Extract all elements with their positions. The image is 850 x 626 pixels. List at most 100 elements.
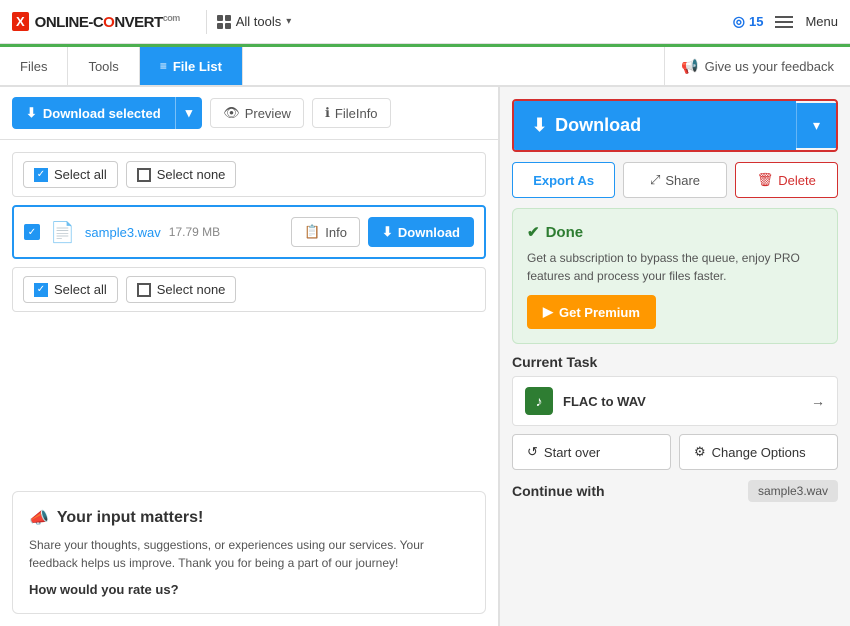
tab-file-list-label: File List [173,59,222,74]
file-size: 17.79 MB [169,225,291,239]
select-none-checkbox [137,168,151,182]
select-all-checkbox: ✓ [34,168,48,182]
bottom-select-all-label: Select all [54,282,107,297]
delete-label: Delete [778,173,816,188]
change-options-label: Change Options [712,445,806,460]
trash-icon: 🗑 [757,172,774,188]
done-box: ✔ Done Get a subscription to bypass the … [512,208,838,344]
tabs-row: Files Tools ≡ File List 📢 Give us your f… [0,47,850,87]
logo-com: com [163,13,180,23]
logo[interactable]: X ONLINE-CONVERTcom [12,12,180,31]
tab-tools[interactable]: Tools [68,47,139,85]
export-as-label: Export As [533,173,594,188]
download-selected-button[interactable]: ⬇ Download selected ▾ [12,97,202,129]
bottom-select-none-checkbox [137,283,151,297]
share-button[interactable]: ⤢ Share [623,162,726,198]
fileinfo-button[interactable]: ℹ FileInfo [312,98,391,128]
megaphone-icon: 📣 [29,508,49,528]
chevron-down-icon: ▾ [286,16,291,27]
menu-label[interactable]: Menu [805,14,838,29]
done-title: ✔ Done [527,223,823,241]
coin-icon: ◎ [733,13,745,30]
file-name: sample3.wav [85,225,161,240]
fileinfo-label: FileInfo [335,106,378,121]
list-icon: ≡ [160,59,167,73]
all-tools-button[interactable]: All tools ▾ [217,14,292,29]
share-label: Share [665,173,700,188]
download-icon: ⬇ [26,105,37,121]
download-label: Download [398,225,460,240]
top-select-none-button[interactable]: Select none [126,161,237,188]
tab-files-label: Files [20,59,47,74]
current-task-title: Current Task [512,354,838,370]
chevron-down-icon: ▾ [186,105,193,121]
info-button[interactable]: 📋 Info [291,217,360,247]
start-over-label: Start over [544,445,600,460]
left-panel: ⬇ Download selected ▾ 👁 Preview ℹ FileIn… [0,87,500,626]
done-description: Get a subscription to bypass the queue, … [527,249,823,285]
coins-count: 15 [749,14,763,29]
select-all-label: Select all [54,167,107,182]
done-title-text: Done [546,224,584,241]
main-download-label: Download [555,115,641,136]
tab-files[interactable]: Files [0,47,68,85]
tab-file-list[interactable]: ≡ File List [140,47,243,85]
preview-label: Preview [245,106,291,121]
download-selected-label: Download selected [43,106,161,121]
task-actions: Start over Change Options [512,434,838,470]
feedback-label: Give us your feedback [705,59,834,74]
feedback-question: How would you rate us? [29,582,469,597]
toolbar: ⬇ Download selected ▾ 👁 Preview ℹ FileIn… [0,87,498,140]
hamburger-menu[interactable] [775,16,793,28]
right-panel: ⬇ Download ▾ Export As ⤢ Share 🗑 Delete [500,87,850,626]
current-task-section: Current Task ♪ FLAC to WAV → Start over … [512,354,838,470]
info-circle-icon: ℹ [325,105,330,121]
download-selected-chevron[interactable]: ▾ [175,97,203,129]
main-download-button[interactable]: ⬇ Download [514,101,796,150]
refresh-icon [527,444,538,460]
start-over-button[interactable]: Start over [512,434,671,470]
all-tools-label: All tools [236,14,282,29]
share-icon: ⤢ [650,172,660,188]
select-none-label: Select none [157,167,226,182]
info-icon: 📋 [304,224,320,240]
file-item: ✓ 📄 sample3.wav 17.79 MB 📋 Info ⬇ Downlo… [12,205,486,259]
top-select-all-button[interactable]: ✓ Select all [23,161,118,188]
task-item: ♪ FLAC to WAV → [512,376,838,426]
bottom-select-all-button[interactable]: ✓ Select all [23,276,118,303]
file-checkbox[interactable]: ✓ [24,224,40,240]
download-selected-main[interactable]: ⬇ Download selected [12,97,175,129]
feedback-description: Share your thoughts, suggestions, or exp… [29,536,469,572]
action-row: Export As ⤢ Share 🗑 Delete [512,162,838,198]
tab-tools-label: Tools [88,59,118,74]
change-options-button[interactable]: Change Options [679,434,838,470]
task-label: FLAC to WAV [563,394,811,409]
chevron-down-icon: ▾ [813,117,820,134]
nav-divider [206,10,207,34]
info-label: Info [325,225,347,240]
feedback-area[interactable]: 📢 Give us your feedback [664,47,850,85]
checkmark-icon: ✔ [527,223,540,241]
top-nav-right: ◎ 15 Menu [733,13,838,30]
gear-icon [694,444,706,460]
bottom-select-none-button[interactable]: Select none [126,276,237,303]
download-icon: ⬇ [382,224,393,240]
arrow-right-icon: ▶ [543,304,553,320]
feedback-title: 📣 Your input matters! [29,508,469,528]
download-chevron-button[interactable]: ▾ [796,103,836,148]
download-file-button[interactable]: ⬇ Download [368,217,474,247]
bottom-select-row: ✓ Select all Select none [12,267,486,312]
export-as-button[interactable]: Export As [512,162,615,198]
task-arrow-icon: → [811,393,825,409]
delete-button[interactable]: 🗑 Delete [735,162,838,198]
coins-display[interactable]: ◎ 15 [733,13,764,30]
eye-icon: 👁 [223,105,240,121]
continue-with-label: Continue with [512,483,748,499]
bottom-select-all-checkbox: ✓ [34,283,48,297]
preview-button[interactable]: 👁 Preview [210,98,304,128]
main-layout: ⬇ Download selected ▾ 👁 Preview ℹ FileIn… [0,87,850,626]
get-premium-button[interactable]: ▶ Get Premium [527,295,656,329]
logo-icon: X [12,12,29,31]
file-icon: 📄 [50,220,75,245]
top-navigation: X ONLINE-CONVERTcom All tools ▾ ◎ 15 Men… [0,0,850,44]
